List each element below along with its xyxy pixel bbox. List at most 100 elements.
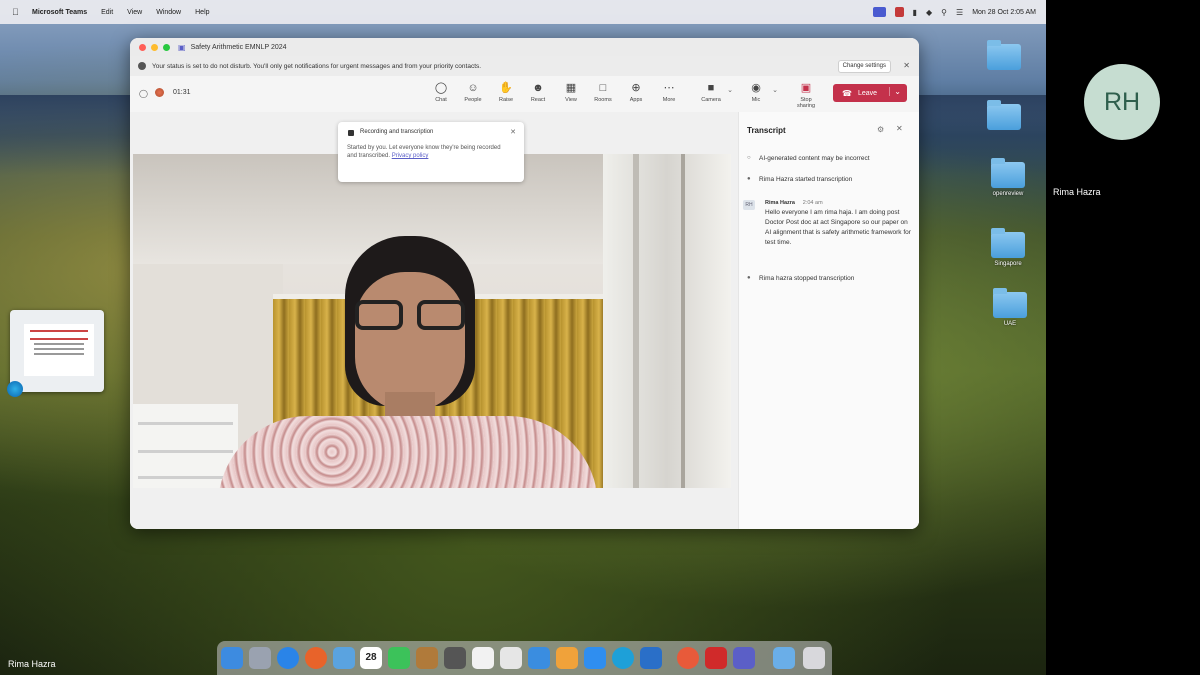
menu-app-name[interactable]: Microsoft Teams <box>32 9 87 16</box>
close-icon[interactable]: ✕ <box>510 128 516 136</box>
video-stage: Recording and transcription ✕ Started by… <box>130 112 738 529</box>
notice-body: Started by you. Let everyone know they'r… <box>347 145 501 159</box>
toolbar-react-button[interactable]: ☻ React <box>524 82 552 103</box>
edge-icon[interactable] <box>612 647 634 669</box>
shield-icon[interactable]: ◯ <box>139 89 148 98</box>
desktop-folder-openreview[interactable]: openreview <box>987 158 1029 197</box>
window-titlebar: ▣ Safety Arithmetic EMNLP 2024 <box>130 38 919 56</box>
toolbar-rooms-button[interactable]: □ Rooms <box>589 82 617 103</box>
menu-bar:  Microsoft Teams Edit View Window Help … <box>0 0 1046 24</box>
screen-share-icon[interactable] <box>872 7 886 17</box>
firefox-icon[interactable] <box>305 647 327 669</box>
minimized-window-thumbnail[interactable] <box>10 310 104 392</box>
desktop-folder-uae[interactable]: UAE <box>989 288 1031 327</box>
toolbar-people-button[interactable]: ☺ People <box>459 82 487 103</box>
wifi-icon[interactable]: ◆ <box>926 8 932 17</box>
dnd-message: Your status is set to do not disturb. Yo… <box>152 62 482 70</box>
desktop-folder[interactable] <box>983 100 1025 133</box>
close-icon[interactable]: ✕ <box>896 124 903 133</box>
preview-icon[interactable] <box>528 647 550 669</box>
change-settings-button[interactable]: Change settings <box>837 60 891 73</box>
view-icon: ▦ <box>565 82 577 94</box>
privacy-policy-link[interactable]: Privacy policy <box>392 153 429 159</box>
gear-icon[interactable]: ⚙ <box>877 125 884 134</box>
zoom-window-button[interactable] <box>163 43 170 51</box>
camera-button[interactable]: ■ Camera ⌄ <box>697 82 733 103</box>
calendar-icon[interactable]: 28 <box>360 647 382 669</box>
acrobat-icon[interactable] <box>705 647 727 669</box>
textedit-icon[interactable] <box>500 647 522 669</box>
app-icon[interactable] <box>677 647 699 669</box>
pages-icon[interactable] <box>556 647 578 669</box>
camera-icon: ■ <box>707 82 715 94</box>
toolbar-more-button[interactable]: ⋯ More <box>655 82 683 103</box>
desktop-folder-singapore[interactable]: Singapore <box>987 228 1029 267</box>
transcript-started: ● Rima Hazra started transcription <box>747 176 853 183</box>
menu-edit[interactable]: Edit <box>101 9 113 16</box>
chevron-down-icon[interactable]: ⌄ <box>772 86 778 94</box>
folder-icon <box>987 40 1021 70</box>
stop-sharing-button[interactable]: ▣ Stop sharing <box>791 82 821 109</box>
participant-name: Rima Hazra <box>1053 187 1101 197</box>
mic-button[interactable]: ◉ Mic ⌄ <box>742 82 778 103</box>
finder-icon[interactable] <box>221 647 243 669</box>
meeting-timer: 01:31 <box>173 89 191 96</box>
vscode-icon[interactable] <box>640 647 662 669</box>
close-window-button[interactable] <box>139 43 146 51</box>
teams-dock-icon[interactable] <box>733 647 755 669</box>
reminders-icon[interactable] <box>472 647 494 669</box>
menu-view[interactable]: View <box>127 9 142 16</box>
ai-disclaimer: ○ AI-generated content may be incorrect <box>747 155 870 162</box>
menu-window[interactable]: Window <box>156 9 181 16</box>
toolbar-apps-button[interactable]: ⊕ Apps <box>622 82 650 103</box>
info-icon: ○ <box>747 155 751 161</box>
trash-icon[interactable] <box>803 647 825 669</box>
minimize-window-button[interactable] <box>151 43 158 51</box>
notice-title: Recording and transcription <box>360 129 434 135</box>
speaker-name: Rima Hazra <box>765 200 795 206</box>
record-icon <box>348 130 354 136</box>
teams-meeting-window: ▣ Safety Arithmetic EMNLP 2024 Your stat… <box>130 38 919 529</box>
toolbar-chat-button[interactable]: ◯ Chat <box>427 82 455 103</box>
chat-icon: ◯ <box>434 82 448 94</box>
control-center-icon[interactable]: ☰ <box>956 8 963 17</box>
transcript-text: Hello everyone I am rima haja. I am doin… <box>765 209 911 246</box>
avatar: RH <box>743 200 755 210</box>
raise-hand-icon: ✋ <box>499 82 513 94</box>
chevron-down-icon[interactable]: ⌄ <box>889 87 901 96</box>
chevron-down-icon[interactable]: ⌄ <box>727 86 733 94</box>
launchpad-icon[interactable] <box>249 647 271 669</box>
recording-indicator-icon <box>155 88 164 97</box>
notes-icon[interactable] <box>416 647 438 669</box>
record-icon: ● <box>747 176 751 182</box>
edge-browser-icon[interactable] <box>7 381 23 397</box>
desktop-folder[interactable] <box>983 40 1025 73</box>
close-icon[interactable]: ✕ <box>903 61 910 70</box>
apple-icon[interactable]:  <box>12 7 22 17</box>
downloads-folder-icon[interactable] <box>773 647 795 669</box>
toolbar-view-button[interactable]: ▦ View <box>557 82 585 103</box>
safari-icon[interactable] <box>277 647 299 669</box>
leave-button[interactable]: ☎ Leave ⌄ <box>833 84 907 102</box>
participant-face <box>355 272 465 412</box>
app-store-icon[interactable] <box>584 647 606 669</box>
menu-clock[interactable]: Mon 28 Oct 2:05 AM <box>972 9 1036 16</box>
record-icon[interactable] <box>894 7 904 17</box>
settings-icon[interactable] <box>444 647 466 669</box>
maps-icon[interactable] <box>333 647 355 669</box>
folder-icon <box>991 158 1025 188</box>
toolbar-raise-button[interactable]: ✋ Raise <box>492 82 520 103</box>
recording-notice: Recording and transcription ✕ Started by… <box>338 122 524 182</box>
participant-tile[interactable]: RH Rima Hazra <box>1046 0 1200 675</box>
facetime-icon[interactable] <box>388 647 410 669</box>
participant-label: Rima Hazra <box>8 659 56 669</box>
meeting-toolbar: ◯ 01:31 ◯ Chat ☺ People ✋ Raise ☻ React … <box>130 76 919 112</box>
menu-help[interactable]: Help <box>195 9 209 16</box>
search-icon[interactable]: ⚲ <box>941 8 947 17</box>
rooms-icon: □ <box>599 82 607 94</box>
do-not-disturb-icon <box>138 62 146 70</box>
door <box>603 154 731 488</box>
battery-icon[interactable]: ▮ <box>913 8 917 17</box>
dnd-banner: Your status is set to do not disturb. Yo… <box>130 56 919 77</box>
transcript-title: Transcript <box>747 126 786 135</box>
